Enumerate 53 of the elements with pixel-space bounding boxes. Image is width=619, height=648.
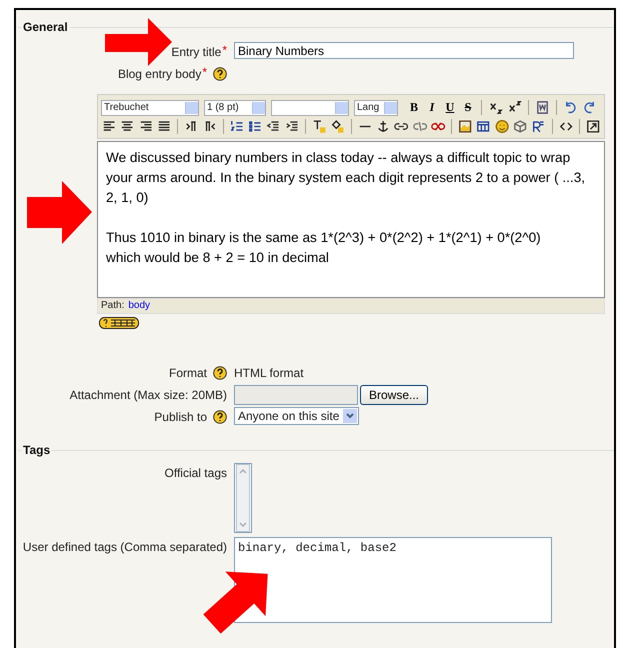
help-icon[interactable] xyxy=(213,366,227,380)
field-label: Format xyxy=(168,366,207,380)
fullscreen-icon[interactable] xyxy=(586,119,600,134)
field-label: Official tags xyxy=(164,466,227,480)
section-legend: Tags xyxy=(21,443,52,457)
bullet-list-icon[interactable] xyxy=(248,119,262,134)
browse-button[interactable]: Browse... xyxy=(360,385,428,405)
editor-content-area[interactable] xyxy=(97,141,605,298)
anchor-icon[interactable] xyxy=(376,119,390,134)
keyboard-help-icon[interactable] xyxy=(99,317,139,329)
format-value: HTML format xyxy=(234,365,304,380)
style-button[interactable]: B xyxy=(406,100,422,116)
caret-icon[interactable] xyxy=(343,409,358,423)
pointer-arrow xyxy=(105,18,172,66)
editor-paragraph: We discussed binary numbers in class today -- always a difficult topic to wrap your arms around. In the binary system each digit represents 2 to a power ( ...3, 2, 1, 0) xyxy=(106,149,586,207)
attachment-field[interactable] xyxy=(234,385,358,405)
section-legend: General xyxy=(21,20,70,34)
style-button[interactable]: S xyxy=(460,100,476,116)
help-icon[interactable] xyxy=(213,67,227,81)
required-mark: * xyxy=(222,43,227,57)
table-icon[interactable] xyxy=(476,119,491,134)
redo-icon[interactable] xyxy=(582,100,597,115)
image-icon[interactable] xyxy=(458,119,472,134)
size-dropdown[interactable]: 1 (8 pt) xyxy=(204,100,266,116)
search-replace-icon[interactable] xyxy=(531,119,546,134)
background-color-icon[interactable] xyxy=(330,119,345,134)
required-mark: * xyxy=(202,65,207,79)
undo-icon[interactable] xyxy=(563,100,578,115)
right-to-left-icon[interactable] xyxy=(202,119,217,134)
font-dropdown[interactable]: Trebuchet xyxy=(101,100,199,116)
text-color-icon[interactable] xyxy=(312,119,326,134)
field-label: Entry title xyxy=(171,45,222,59)
language-dropdown[interactable]: Lang xyxy=(354,100,398,116)
cube-icon[interactable] xyxy=(513,119,528,134)
path-label: Path: xyxy=(101,299,124,313)
pointer-arrow xyxy=(203,572,268,634)
style-button[interactable]: I xyxy=(424,100,440,116)
field-label: Publish to xyxy=(154,410,207,424)
paste-word-icon[interactable] xyxy=(535,100,550,115)
unlink-icon[interactable] xyxy=(412,119,427,134)
pointer-arrow xyxy=(27,181,92,244)
field-label: Attachment (Max size: 20MB) xyxy=(70,388,227,402)
official-tags-list[interactable] xyxy=(234,463,252,533)
style-button[interactable]: U xyxy=(442,100,458,116)
publish-to-dropdown[interactable]: Anyone on this site xyxy=(234,407,360,425)
field-label: User defined tags (Comma separated) xyxy=(22,540,227,554)
path-link[interactable]: body xyxy=(128,299,150,313)
editor-paragraph: Thus 1010 in binary is the same as 1*(2^3) + 0*(2^2) + 1*(2^1) + 0*(2^0) which would be 8 + 2 = 10 in decimal xyxy=(106,229,542,267)
field-label: Blog entry body xyxy=(118,67,202,81)
smiley-icon[interactable] xyxy=(494,119,510,134)
entry-title-field[interactable]: Binary Numbers xyxy=(234,42,574,59)
tags-textarea[interactable]: binary, decimal, base2 xyxy=(234,537,552,623)
help-icon[interactable] xyxy=(213,410,227,424)
